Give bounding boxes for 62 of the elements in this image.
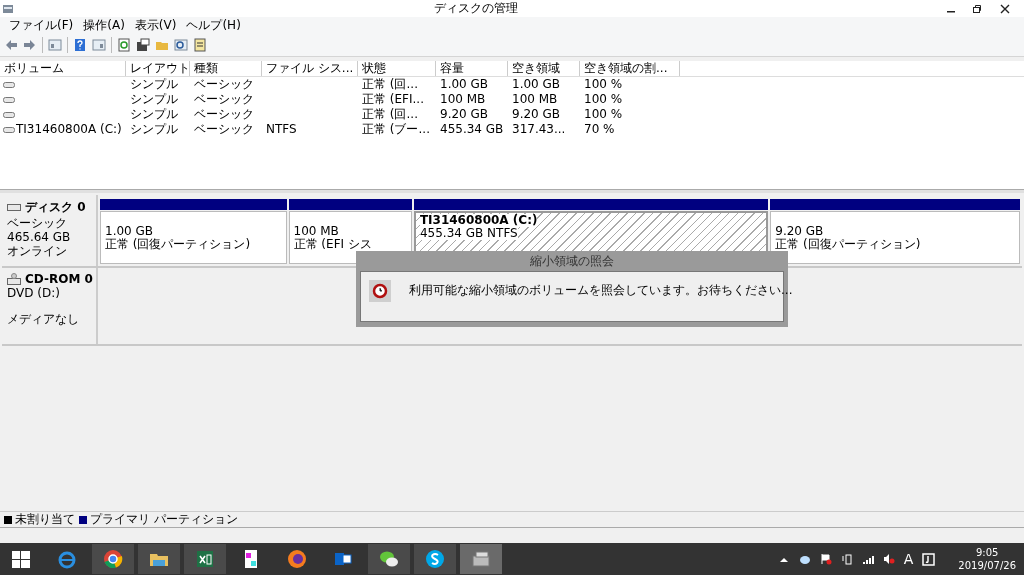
column-header[interactable]: ファイル シス... — [262, 61, 358, 76]
dialog-message: 利用可能な縮小領域のボリュームを照会しています。お待ちください... — [409, 282, 793, 299]
legend-label: プライマリ パーティション — [90, 511, 238, 528]
table-cell-text: 正常 (EFI... — [361, 92, 425, 107]
menu-item[interactable]: 表示(V) — [129, 17, 182, 34]
partition-size: 455.34 GB NTFS — [419, 227, 518, 240]
ime-mode-indicator[interactable]: A — [903, 551, 914, 567]
partition-box[interactable]: 1.00 GB 正常 (回復パーティション) — [100, 211, 287, 264]
table-cell-text: 455.34 GB — [439, 122, 505, 137]
column-header[interactable]: 空き領域 — [508, 61, 580, 76]
table-cell-text: 100 % — [583, 92, 624, 107]
table-cell-text: 9.20 GB — [439, 107, 490, 122]
table-cell-text: 100 MB — [439, 92, 487, 107]
partition-status: 正常 (EFI シス — [293, 237, 372, 251]
table-cell-text: 100 % — [583, 77, 624, 92]
disk-info: 465.64 GB — [7, 230, 72, 244]
table-cell-text: シンプル — [129, 122, 179, 137]
table-cell-text: 正常 (回... — [361, 107, 419, 122]
menu-item[interactable]: ファイル(F) — [4, 17, 79, 34]
column-header[interactable]: 状態 — [358, 61, 436, 76]
partition-box[interactable]: 9.20 GB 正常 (回復パーティション) — [770, 211, 1020, 264]
partition-size: 1.00 GB — [105, 224, 154, 238]
window-title: ディスクの管理 — [433, 0, 519, 17]
table-cell-text: 正常 (回... — [361, 77, 419, 92]
partition-size: 9.20 GB — [775, 224, 824, 238]
table-cell-text: 1.00 GB — [511, 77, 562, 92]
clock-date[interactable]: 2019/07/26 — [958, 559, 1016, 572]
disk-info: メディアなし — [7, 312, 80, 326]
table-cell-text: 100 MB — [511, 92, 559, 107]
table-cell-text: 70 % — [583, 122, 616, 137]
table-cell-text: ベーシック — [193, 92, 255, 107]
table-cell-text: 正常 (ブー... — [361, 122, 431, 137]
table-cell-text: 100 % — [583, 107, 624, 122]
table-cell-text: 317.43... — [511, 122, 567, 137]
partition-status: 正常 (回復パーティション) — [105, 237, 251, 251]
disk-info: ベーシック — [7, 216, 68, 230]
table-cell-text: 9.20 GB — [511, 107, 562, 122]
column-header[interactable]: 容量 — [436, 61, 508, 76]
disk-name: ディスク 0 — [25, 199, 86, 216]
disk-info: DVD (D:) — [7, 286, 61, 300]
clock-time[interactable]: 9:05 — [975, 546, 999, 559]
table-cell-text: ベーシック — [193, 77, 255, 92]
menu-item[interactable]: 操作(A) — [78, 17, 130, 34]
table-cell-text: シンプル — [129, 107, 179, 122]
table-cell-text: シンプル — [129, 92, 179, 107]
table-cell-text: ベーシック — [193, 122, 255, 137]
table-cell-text: 1.00 GB — [439, 77, 490, 92]
disk-info: オンライン — [7, 244, 68, 258]
column-header[interactable]: 空き領域の割... — [580, 61, 680, 76]
menu-item[interactable]: ヘルプ(H) — [181, 17, 246, 34]
table-cell-text: ベーシック — [193, 107, 255, 122]
column-header[interactable]: 種類 — [190, 61, 262, 76]
partition-status: 正常 (回復パーティション) — [775, 237, 921, 251]
table-cell-text: シンプル — [129, 77, 179, 92]
legend-label: 未割り当て — [15, 511, 75, 528]
volume-name: TI31460800A (C:) — [16, 122, 122, 137]
column-header[interactable]: ボリューム — [0, 61, 126, 76]
partition-size: 100 MB — [293, 224, 339, 238]
partition-label: TI31460800A (C:) — [419, 214, 538, 227]
column-header[interactable]: レイアウト — [126, 61, 190, 76]
disk-name: CD-ROM 0 — [25, 272, 93, 286]
table-cell-text: NTFS — [265, 122, 298, 137]
